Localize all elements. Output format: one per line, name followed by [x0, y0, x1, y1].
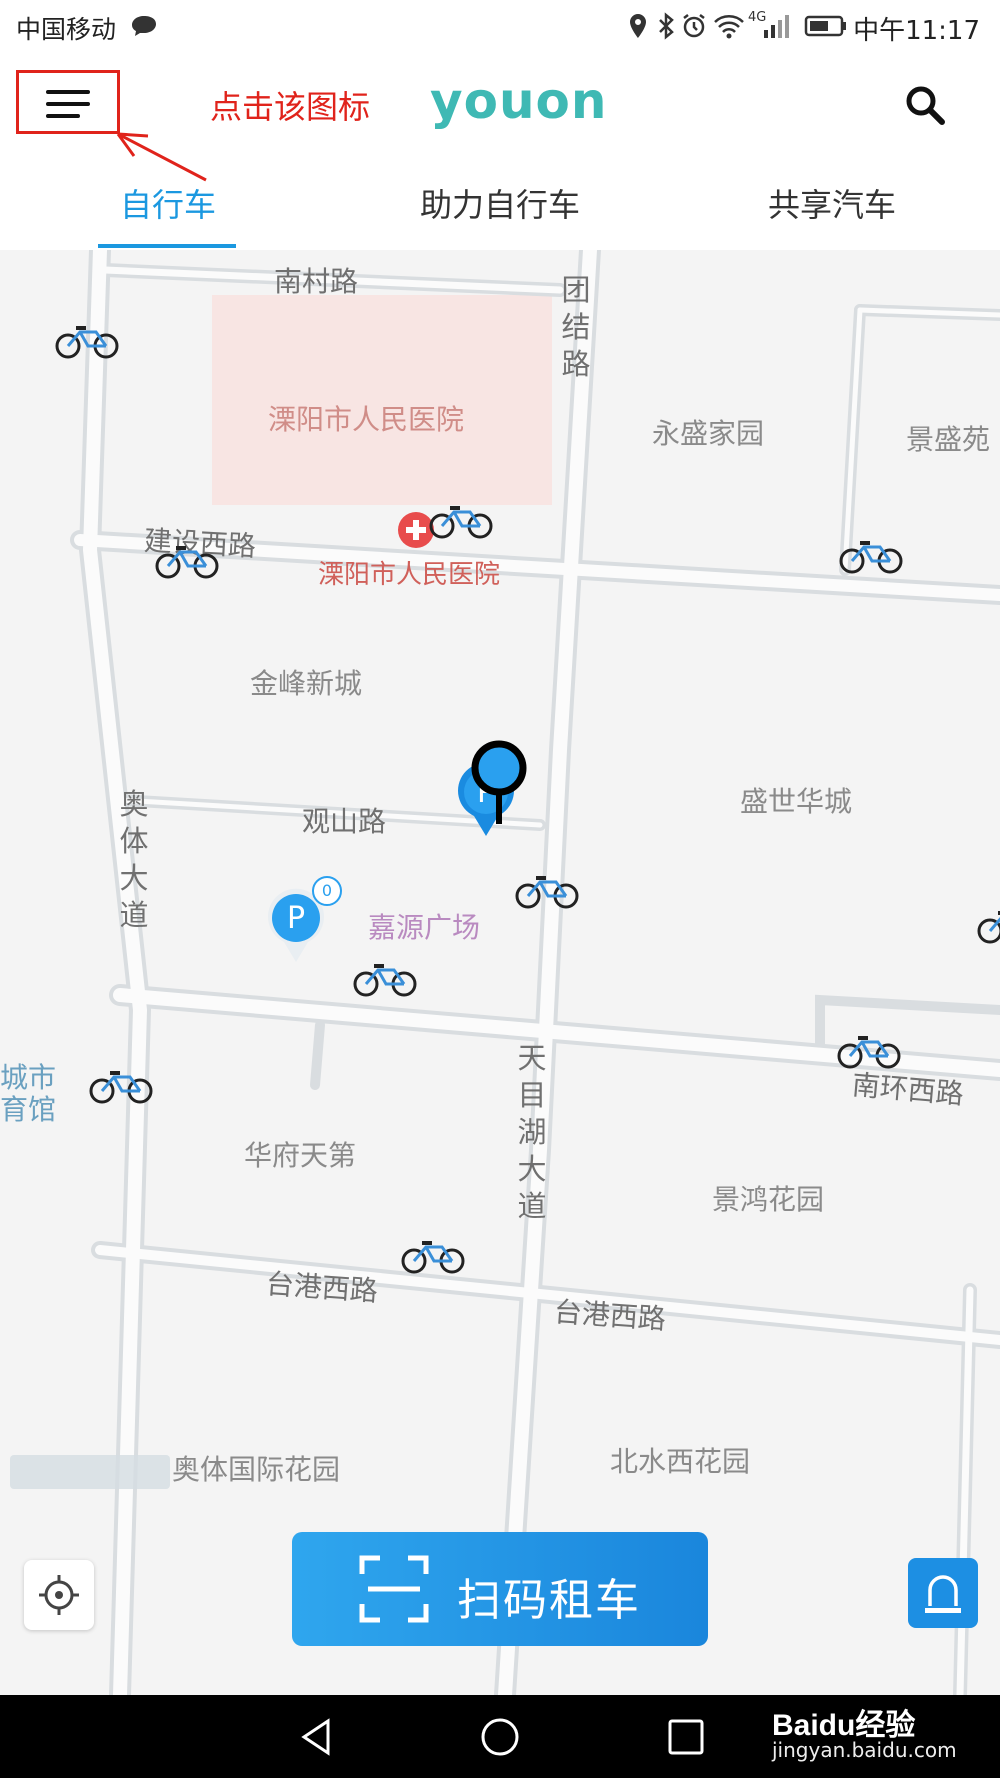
road-label: 天目湖大道	[517, 1041, 547, 1223]
svg-text:P: P	[287, 901, 305, 936]
siren-icon	[925, 1575, 961, 1613]
report-button[interactable]	[908, 1558, 978, 1628]
bike-icon[interactable]	[154, 540, 220, 580]
bluetooth-icon	[659, 12, 674, 40]
search-icon[interactable]	[900, 80, 950, 130]
place-label: 盛世华城	[740, 785, 853, 818]
poi-label: 溧阳市人民医院	[318, 560, 501, 590]
battery-icon	[804, 15, 846, 37]
annotation-highlight-box	[16, 70, 120, 134]
place-label: 嘉源广场	[368, 911, 481, 944]
bike-icon[interactable]	[836, 1030, 902, 1070]
place-label: 金峰新城	[250, 667, 363, 700]
scan-to-rent-button[interactable]: 扫码租车	[292, 1532, 708, 1646]
bike-icon[interactable]	[352, 958, 418, 998]
carrier-name: 中国移动	[16, 15, 117, 44]
map-view[interactable]: 溧阳市人民医院 永盛家园 景盛苑 金峰新城 盛世华城 嘉源广场 华府天第 景鸿花…	[0, 250, 1000, 1695]
watermark-url: jingyan.baidu.com	[772, 1738, 957, 1762]
place-label: 北水西花园	[610, 1445, 751, 1478]
scan-to-rent-label: 扫码租车	[457, 1575, 641, 1626]
parking-count-badge: 0	[312, 876, 342, 906]
road-label: 奥体大道	[119, 787, 149, 932]
back-icon[interactable]	[294, 1715, 338, 1759]
status-bar: 中国移动 4G 中午11:17	[0, 0, 1000, 56]
bike-icon[interactable]	[88, 1065, 154, 1105]
place-label: 溧阳市人民医院	[268, 403, 465, 436]
recent-apps-icon[interactable]	[664, 1715, 708, 1759]
clock: 中午11:17	[853, 16, 980, 46]
road-label: 团结路	[561, 273, 591, 381]
bike-icon[interactable]	[514, 870, 580, 910]
place-label: 景鸿花园	[712, 1183, 825, 1216]
place-label: 景盛苑	[906, 423, 991, 456]
message-bubble-icon	[132, 16, 156, 36]
locate-button[interactable]	[24, 1560, 94, 1630]
place-label: 永盛家园	[652, 417, 765, 450]
wifi-icon	[714, 15, 744, 39]
bike-icon[interactable]	[54, 320, 120, 360]
app-logo: youon	[430, 72, 608, 130]
place-label: 育馆	[0, 1093, 57, 1126]
active-tab-indicator	[98, 244, 236, 248]
place-label: 华府天第	[244, 1139, 357, 1172]
tab-bicycle[interactable]: 自行车	[120, 180, 216, 226]
alarm-clock-icon	[683, 14, 705, 38]
signal-icon	[764, 15, 789, 38]
home-icon[interactable]	[478, 1715, 522, 1759]
annotation-arrow-icon	[116, 132, 207, 182]
map-attribution-logo	[10, 1455, 170, 1489]
location-pin-icon	[471, 740, 527, 824]
road-label: 观山路	[302, 805, 387, 838]
bike-icon[interactable]	[976, 905, 1000, 945]
place-label: 奥体国际花园	[172, 1453, 341, 1486]
road-label: 台港西路	[264, 1267, 379, 1308]
annotation-hint-text: 点击该图标	[210, 88, 371, 126]
road-label: 南村路	[274, 265, 359, 298]
tab-car-sharing[interactable]: 共享汽车	[768, 180, 896, 226]
tab-electric-bicycle[interactable]: 助力自行车	[420, 180, 580, 226]
crosshair-icon	[39, 1575, 79, 1615]
location-icon	[630, 14, 646, 38]
scan-frame-icon	[359, 1555, 429, 1623]
bike-icon[interactable]	[428, 500, 494, 540]
bike-icon[interactable]	[838, 535, 904, 575]
road-label: 台港西路	[552, 1295, 667, 1336]
bike-icon[interactable]	[400, 1235, 466, 1275]
